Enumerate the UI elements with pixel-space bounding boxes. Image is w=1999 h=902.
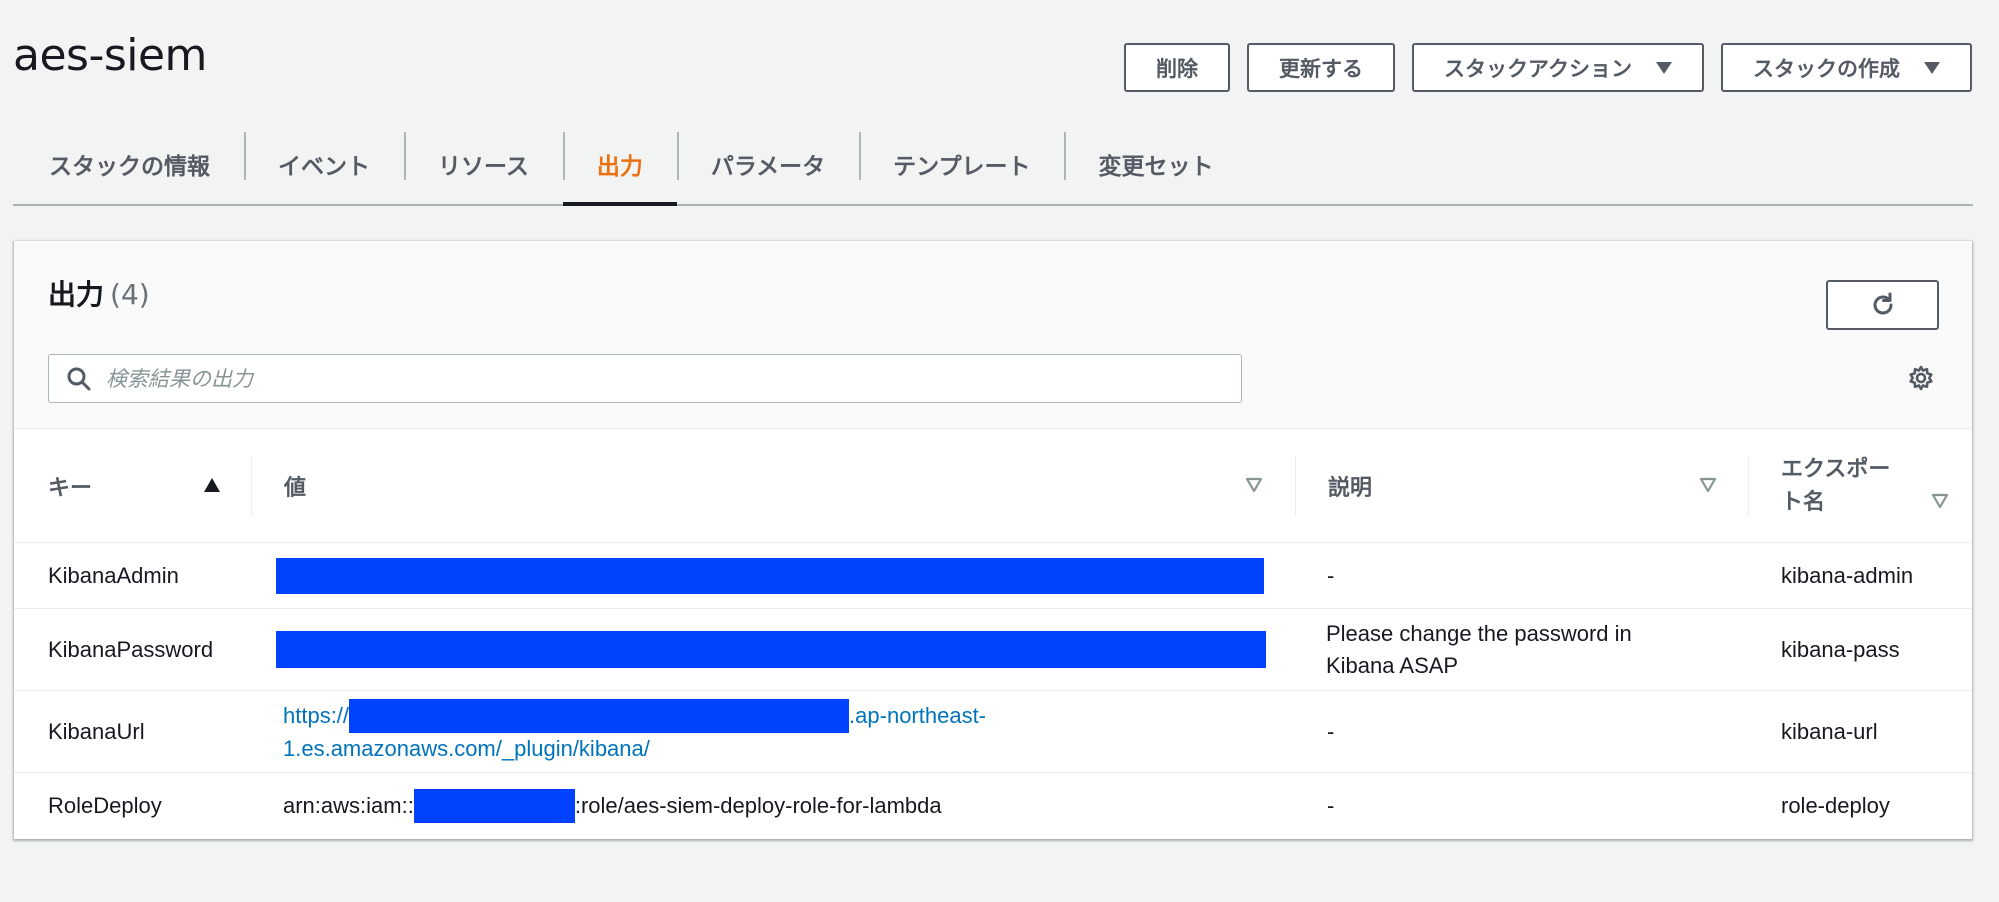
table-row: KibanaAdmin - kibana-admin: [14, 542, 1972, 608]
refresh-icon: [1873, 292, 1892, 315]
update-button[interactable]: 更新する: [1247, 43, 1396, 92]
output-key: KibanaUrl: [48, 718, 145, 744]
tab-change-sets[interactable]: 変更セット: [1064, 124, 1247, 204]
gear-icon[interactable]: [1907, 364, 1935, 392]
output-value: [276, 543, 1264, 608]
column-divider: [1295, 456, 1296, 516]
caret-down-icon: [1924, 61, 1940, 74]
column-header-description[interactable]: 説明: [1328, 429, 1372, 542]
url-prefix[interactable]: https://: [283, 700, 349, 732]
output-description: -: [1327, 793, 1335, 818]
tab-parameters[interactable]: パラメータ: [676, 124, 859, 204]
delete-button-label: 削除: [1156, 56, 1199, 81]
refresh-button[interactable]: [1826, 280, 1939, 330]
stack-actions-bar: 削除 更新する スタックアクション スタックの作成: [1124, 43, 1972, 92]
column-header-description-label: 説明: [1328, 475, 1373, 501]
output-key: RoleDeploy: [48, 793, 162, 818]
sort-icon[interactable]: [1699, 477, 1717, 493]
outputs-panel-header: 出力 (4): [14, 241, 1972, 429]
tab-events[interactable]: イベント: [244, 124, 404, 204]
redacted-block: [276, 631, 1266, 668]
create-stack-label: スタックの作成: [1753, 56, 1900, 81]
redacted-block: [349, 698, 850, 733]
output-export-name: kibana-url: [1781, 718, 1878, 744]
output-key: KibanaPassword: [48, 636, 214, 662]
output-description-line2: Kibana ASAP: [1326, 652, 1459, 678]
sort-ascending-icon[interactable]: [203, 477, 221, 493]
column-header-export-name-line2: ト名: [1781, 489, 1826, 515]
arn-suffix: :role/aes-siem-deploy-role-for-lambda: [574, 793, 942, 818]
tab-outputs[interactable]: 出力: [562, 124, 677, 206]
table-row: KibanaPassword Please change the passwor…: [14, 608, 1972, 690]
column-divider: [1748, 456, 1749, 516]
outputs-search[interactable]: [48, 354, 1242, 403]
output-value: [276, 609, 1266, 690]
outputs-count: (4): [110, 278, 150, 311]
redacted-block: [276, 557, 1264, 594]
page-title: aes-siem: [13, 30, 207, 81]
url-domain[interactable]: 1.es.amazonaws.com/_plugin/kibana/: [283, 733, 650, 765]
output-value-line1: https:// .ap-northeast-: [283, 698, 986, 733]
sort-icon[interactable]: [1931, 493, 1949, 509]
output-value: arn:aws:iam:::role/aes-siem-deploy-role-…: [283, 773, 942, 839]
stack-actions-label: スタックアクション: [1444, 56, 1632, 81]
table-row: KibanaUrl https:// .ap-northeast- 1.es.am…: [14, 690, 1972, 772]
table-row: RoleDeploy arn:aws:iam:::role/aes-siem-d…: [14, 772, 1972, 839]
tab-stack-info[interactable]: スタックの情報: [13, 124, 244, 204]
column-header-value[interactable]: 値: [284, 429, 306, 542]
column-header-key-label: キー: [48, 475, 93, 501]
output-export-name: role-deploy: [1781, 793, 1890, 818]
column-divider: [251, 456, 252, 516]
tab-resources[interactable]: リソース: [404, 124, 563, 204]
outputs-title: 出力 (4): [48, 273, 150, 313]
redacted-block: [413, 789, 575, 823]
output-export-name: kibana-admin: [1781, 562, 1914, 588]
tab-template[interactable]: テンプレート: [859, 124, 1064, 204]
outputs-panel: 出力 (4) 検索結果の出力 キー 値 説明 エクスポー ト名 KibanaAd…: [14, 241, 1972, 839]
output-description: -: [1327, 718, 1335, 744]
outputs-title-text: 出力: [48, 278, 105, 311]
output-description: -: [1327, 562, 1335, 588]
column-header-export-name-line1: エクスポー: [1781, 456, 1891, 482]
arn-prefix: arn:aws:iam::: [283, 793, 414, 818]
output-export-name: kibana-pass: [1781, 636, 1900, 662]
search-icon: [66, 366, 92, 392]
column-header-value-label: 値: [284, 475, 307, 501]
sort-icon[interactable]: [1245, 477, 1263, 493]
stack-actions-dropdown[interactable]: スタックアクション: [1412, 43, 1704, 92]
output-description-line1: Please change the password in: [1326, 620, 1632, 646]
caret-down-icon: [1656, 61, 1672, 74]
column-header-key[interactable]: キー: [48, 429, 92, 542]
stack-tabs: スタックの情報 イベント リソース 出力 パラメータ テンプレート 変更セット: [13, 124, 1973, 206]
column-header-export-name[interactable]: エクスポー ト名: [1781, 429, 1890, 542]
delete-button[interactable]: 削除: [1124, 43, 1231, 92]
update-button-label: 更新する: [1279, 56, 1364, 81]
output-key: KibanaAdmin: [48, 562, 179, 588]
create-stack-dropdown[interactable]: スタックの作成: [1721, 43, 1972, 92]
output-value-link[interactable]: https:// .ap-northeast- 1.es.amazonaws.co…: [283, 691, 986, 772]
url-region[interactable]: .ap-northeast-: [849, 700, 986, 732]
search-input[interactable]: [106, 366, 1206, 391]
output-description: Please change the password in Kibana ASA…: [1326, 609, 1632, 690]
